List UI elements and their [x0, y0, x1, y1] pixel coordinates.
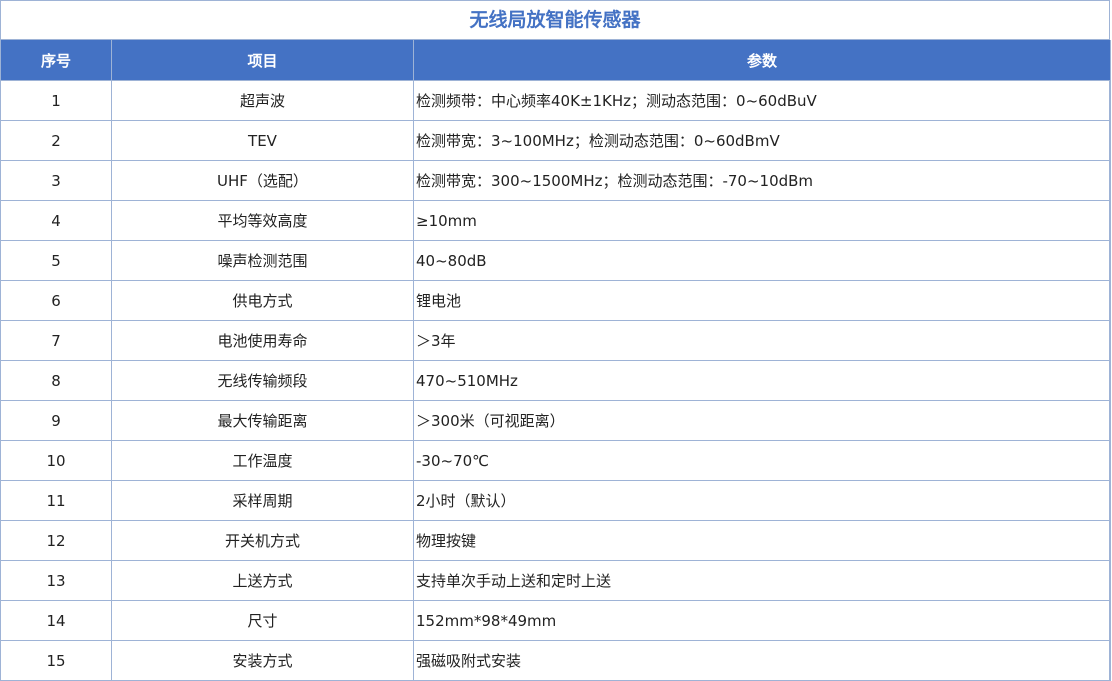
row-param-cell: 检测带宽：3~100MHz；检测动态范围：0~60dBmV	[413, 120, 1111, 161]
row-num-cell: 1	[0, 80, 112, 121]
row-item-cell: 供电方式	[111, 280, 414, 321]
row-item-cell: 无线传输频段	[111, 360, 414, 401]
row-param-cell: ≥10mm	[413, 200, 1111, 241]
table-row: 9 最大传输距离 ＞300米（可视距离）	[0, 400, 1111, 441]
row-param-cell: 锂电池	[413, 280, 1111, 321]
row-num-cell: 4	[0, 200, 112, 241]
row-item-cell: 采样周期	[111, 480, 414, 521]
row-num-cell: 11	[0, 480, 112, 521]
row-num-cell: 10	[0, 440, 112, 481]
table-body: 1 超声波 检测频带：中心频率40K±1KHz；测动态范围：0~60dBuV 2 TEV…	[0, 80, 1111, 681]
row-num-cell: 14	[0, 600, 112, 641]
row-num-cell: 3	[0, 160, 112, 201]
row-param-cell: 152mm*98*49mm	[413, 600, 1111, 641]
row-item-cell: 最大传输距离	[111, 400, 414, 441]
table-row: 12 开关机方式 物理按键	[0, 520, 1111, 561]
row-item-cell: 超声波	[111, 80, 414, 121]
row-num-cell: 7	[0, 320, 112, 361]
table-row: 10 工作温度 -30~70℃	[0, 440, 1111, 481]
row-item-cell: 安装方式	[111, 640, 414, 681]
row-num-cell: 2	[0, 120, 112, 161]
spec-sheet: 无线局放智能传感器 序号 项目 参数 1 超声波 检测频带：中心频率40K±1KHz…	[0, 0, 1111, 681]
table-row: 4 平均等效高度 ≥10mm	[0, 200, 1111, 241]
row-item-cell: 开关机方式	[111, 520, 414, 561]
table-row: 14 尺寸 152mm*98*49mm	[0, 600, 1111, 641]
row-item-cell: 上送方式	[111, 560, 414, 601]
row-item-cell: 工作温度	[111, 440, 414, 481]
table-row: 6 供电方式 锂电池	[0, 280, 1111, 321]
row-param-cell: 物理按键	[413, 520, 1111, 561]
header-param: 参数	[413, 40, 1111, 81]
table-row: 7 电池使用寿命 ＞3年	[0, 320, 1111, 361]
table-row: 15 安装方式 强磁吸附式安装	[0, 640, 1111, 681]
table-title: 无线局放智能传感器	[1, 1, 1109, 40]
table-row: 11 采样周期 2小时（默认）	[0, 480, 1111, 521]
spec-table: 序号 项目 参数 1 超声波 检测频带：中心频率40K±1KHz；测动态范围：0~6…	[0, 40, 1111, 681]
row-param-cell: 40~80dB	[413, 240, 1111, 281]
row-param-cell: 支持单次手动上送和定时上送	[413, 560, 1111, 601]
row-item-cell: 平均等效高度	[111, 200, 414, 241]
table-row: 2 TEV 检测带宽：3~100MHz；检测动态范围：0~60dBmV	[0, 120, 1111, 161]
row-item-cell: TEV	[111, 120, 414, 161]
row-item-cell: 尺寸	[111, 600, 414, 641]
row-item-cell: 电池使用寿命	[111, 320, 414, 361]
row-num-cell: 13	[0, 560, 112, 601]
row-num-cell: 8	[0, 360, 112, 401]
row-num-cell: 6	[0, 280, 112, 321]
table-row: 3 UHF（选配） 检测带宽：300~1500MHz；检测动态范围：-70~10dB…	[0, 160, 1111, 201]
row-param-cell: -30~70℃	[413, 440, 1111, 481]
row-num-cell: 9	[0, 400, 112, 441]
row-param-cell: 强磁吸附式安装	[413, 640, 1111, 681]
row-num-cell: 5	[0, 240, 112, 281]
row-param-cell: 470~510MHz	[413, 360, 1111, 401]
header-item: 项目	[111, 40, 414, 81]
row-param-cell: 检测带宽：300~1500MHz；检测动态范围：-70~10dBm	[413, 160, 1111, 201]
table-row: 13 上送方式 支持单次手动上送和定时上送	[0, 560, 1111, 601]
row-item-cell: 噪声检测范围	[111, 240, 414, 281]
row-num-cell: 12	[0, 520, 112, 561]
header-num: 序号	[0, 40, 112, 81]
row-num-cell: 15	[0, 640, 112, 681]
row-param-cell: 2小时（默认）	[413, 480, 1111, 521]
table-header: 序号 项目 参数	[0, 40, 1111, 81]
row-item-cell: UHF（选配）	[111, 160, 414, 201]
row-param-cell: 检测频带：中心频率40K±1KHz；测动态范围：0~60dBuV	[413, 80, 1111, 121]
table-row: 5 噪声检测范围 40~80dB	[0, 240, 1111, 281]
row-param-cell: ＞300米（可视距离）	[413, 400, 1111, 441]
header-row: 序号 项目 参数	[0, 40, 1111, 81]
table-row: 8 无线传输频段 470~510MHz	[0, 360, 1111, 401]
row-param-cell: ＞3年	[413, 320, 1111, 361]
table-row: 1 超声波 检测频带：中心频率40K±1KHz；测动态范围：0~60dBuV	[0, 80, 1111, 121]
